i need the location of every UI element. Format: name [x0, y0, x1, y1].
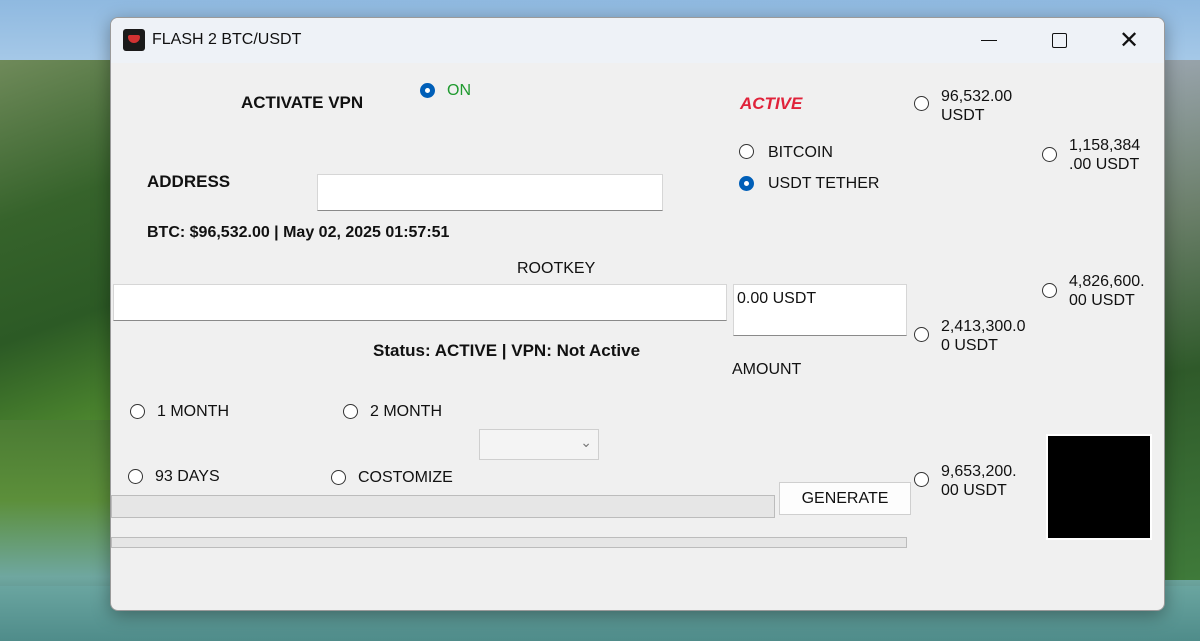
usdt-tether-label: USDT TETHER: [768, 175, 880, 192]
chevron-down-icon: ⌄: [580, 434, 592, 450]
title-bar: FLASH 2 BTC/USDT ✕: [111, 18, 1164, 63]
duration-93-days-radio[interactable]: [128, 469, 143, 484]
primary-progress-bar: [111, 495, 775, 518]
active-status-badge: ACTIVE: [740, 94, 803, 113]
preset-label-3: 4,826,600. 00 USDT: [1069, 272, 1145, 310]
btc-price-ticker: BTC: $96,532.00 | May 02, 2025 01:57:51: [147, 224, 450, 241]
usdt-tether-radio[interactable]: [739, 176, 754, 191]
duration-93-days-label: 93 DAYS: [155, 468, 220, 485]
close-button[interactable]: ✕: [1106, 18, 1152, 63]
rootkey-label: ROOTKEY: [517, 260, 596, 277]
duration-customize-radio[interactable]: [331, 470, 346, 485]
close-icon: ✕: [1118, 26, 1140, 54]
preset-radio-4[interactable]: [914, 327, 929, 342]
minimize-button[interactable]: [966, 18, 1012, 63]
preset-label-1: 96,532.00 USDT: [941, 87, 1012, 125]
duration-1-month-label: 1 MONTH: [157, 403, 229, 420]
amount-label: AMOUNT: [732, 361, 802, 378]
app-logo-icon: [123, 29, 145, 51]
preset-label-4-line1: 2,413,300.0: [941, 318, 1026, 335]
address-input[interactable]: [317, 174, 663, 211]
duration-2-month-label: 2 MONTH: [370, 403, 442, 420]
preset-radio-5[interactable]: [914, 472, 929, 487]
preset-label-1-line2: USDT: [941, 107, 985, 124]
duration-2-month-radio[interactable]: [343, 404, 358, 419]
preset-label-2-line2: .00 USDT: [1069, 156, 1140, 173]
preset-label-3-line1: 4,826,600.: [1069, 273, 1145, 290]
preset-label-4-line2: 0 USDT: [941, 337, 998, 354]
vpn-on-radio[interactable]: [420, 83, 435, 98]
address-label: ADDRESS: [147, 172, 231, 191]
secondary-progress-bar: [111, 537, 907, 548]
rootkey-input[interactable]: [113, 284, 727, 321]
preset-radio-3[interactable]: [1042, 283, 1057, 298]
generate-button[interactable]: GENERATE: [779, 482, 911, 515]
maximize-icon: [1051, 33, 1067, 48]
preset-label-2: 1,158,384 .00 USDT: [1069, 136, 1140, 174]
status-line: Status: ACTIVE | VPN: Not Active: [373, 341, 641, 360]
amount-input[interactable]: 0.00 USDT: [733, 284, 907, 336]
preset-label-5-line1: 9,653,200.: [941, 463, 1017, 480]
preset-label-1-line1: 96,532.00: [941, 88, 1013, 105]
bitcoin-label: BITCOIN: [768, 144, 833, 161]
qr-preview-box: [1046, 434, 1152, 540]
duration-customize-label: COSTOMIZE: [358, 469, 453, 486]
preset-label-5: 9,653,200. 00 USDT: [941, 462, 1017, 500]
duration-1-month-radio[interactable]: [130, 404, 145, 419]
minimize-icon: [981, 39, 997, 42]
preset-radio-2[interactable]: [1042, 147, 1057, 162]
preset-label-3-line2: 00 USDT: [1069, 292, 1135, 309]
app-window: FLASH 2 BTC/USDT ✕ ACTIVATE VPN ON ACTIV…: [110, 17, 1165, 611]
preset-label-5-line2: 00 USDT: [941, 482, 1007, 499]
vpn-on-label: ON: [447, 82, 471, 99]
window-title: FLASH 2 BTC/USDT: [152, 31, 302, 48]
maximize-button[interactable]: [1036, 18, 1082, 63]
preset-radio-1[interactable]: [914, 96, 929, 111]
bitcoin-radio[interactable]: [739, 144, 754, 159]
preset-label-2-line1: 1,158,384: [1069, 137, 1141, 154]
preset-label-4: 2,413,300.0 0 USDT: [941, 317, 1026, 355]
activate-vpn-label: ACTIVATE VPN: [241, 93, 364, 112]
custom-duration-dropdown[interactable]: ⌄: [479, 429, 599, 460]
